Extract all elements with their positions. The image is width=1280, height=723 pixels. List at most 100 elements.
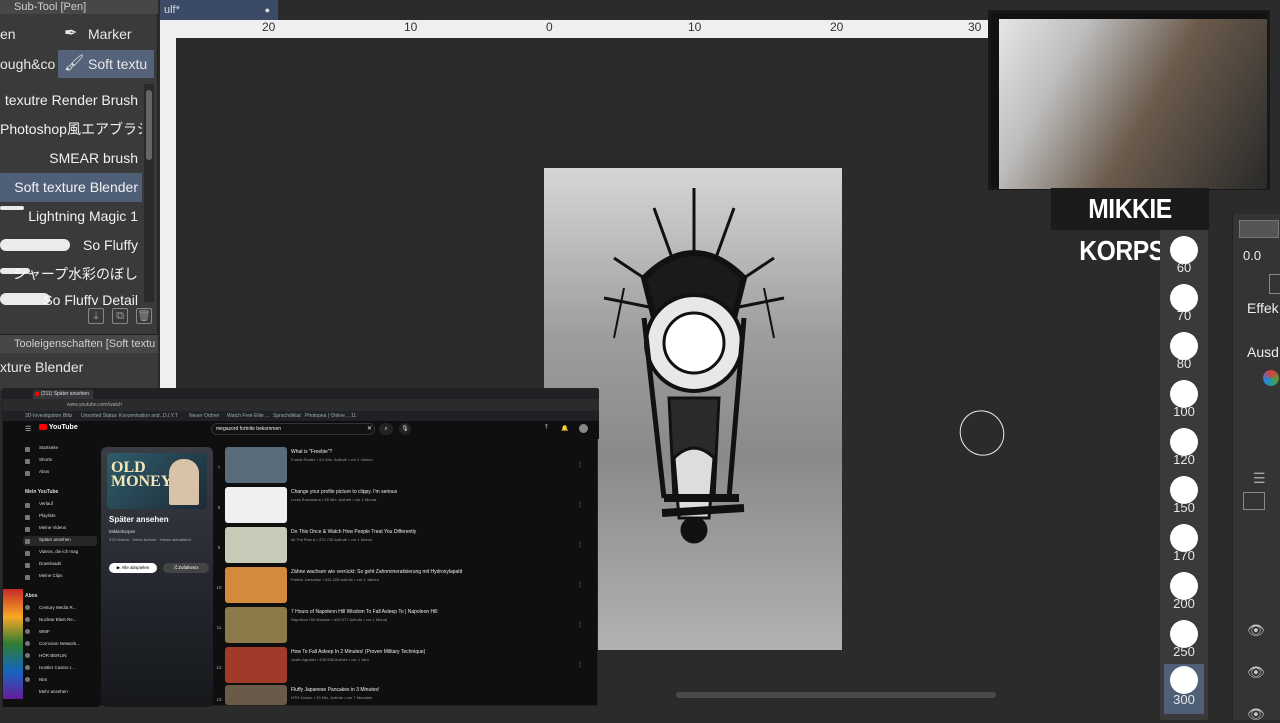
sidebar-channel[interactable]: Nuclear Blast Re...: [39, 617, 77, 622]
sidebar-channel[interactable]: Century Media R...: [39, 605, 77, 610]
brush-item[interactable]: SMEAR brush: [0, 144, 142, 173]
sidebar-channel[interactable]: WMF: [39, 629, 50, 634]
sidebar-section-you[interactable]: Mein YouTube: [25, 489, 58, 495]
video-row[interactable]: 8 Change your profile picture to clippy.…: [215, 487, 595, 527]
sidebar-channel[interactable]: Hostler Casino I...: [39, 665, 75, 670]
brush-item[interactable]: シャープ水彩のぼし: [0, 260, 142, 289]
value-field[interactable]: 0.0: [1243, 248, 1261, 263]
clear-search-icon[interactable]: ✕: [367, 424, 372, 434]
sidebar-show-more[interactable]: Mehr ansehen: [39, 689, 68, 694]
bookmark-item[interactable]: Unsorted Status: [81, 411, 117, 421]
video-title[interactable]: Zähne wachsen wie verrückt: So geht Zahn…: [291, 569, 462, 575]
value-field-bg[interactable]: [1239, 220, 1279, 238]
layer-stack-icon[interactable]: [1269, 274, 1280, 294]
more-options-icon[interactable]: ⋮: [577, 621, 583, 628]
eye-icon[interactable]: 👁: [1247, 622, 1265, 639]
youtube-search-input[interactable]: megazord fortnite bekommen ✕: [211, 423, 375, 435]
browser-tab-active[interactable]: (211) Später ansehen: [33, 390, 93, 399]
sidebar-channel[interactable]: Ntm: [39, 677, 47, 682]
close-tab-icon[interactable]: ●: [265, 0, 270, 20]
brush-item[interactable]: Photoshop風エアブラシ: [0, 115, 142, 144]
canvas-tab[interactable]: ulf* ●: [160, 0, 278, 20]
more-options-icon[interactable]: ⋮: [577, 661, 583, 668]
video-title[interactable]: Change your profile picture to clippy. I…: [291, 489, 397, 495]
playlist-owner[interactable]: Mikkiekorpse: [109, 529, 135, 534]
video-thumbnail[interactable]: [225, 607, 287, 643]
sidebar-item-home[interactable]: Startseite: [39, 445, 58, 450]
brush-item[interactable]: So Fluffy: [0, 231, 142, 260]
microphone-icon[interactable]: 🎙: [399, 423, 411, 435]
video-row[interactable]: 13 Fluffy Japanese Pancakes in 3 Minutes…: [215, 685, 595, 707]
avatar[interactable]: [579, 424, 588, 433]
brush-size-dot[interactable]: [1170, 666, 1198, 694]
video-title[interactable]: 7 Hours of Napoleon Hill Wisdom To Fall …: [291, 609, 437, 615]
more-options-icon[interactable]: ⋮: [577, 581, 583, 588]
subtool-tab-pen[interactable]: en: [0, 20, 56, 48]
scrollbar-thumb[interactable]: [146, 90, 152, 160]
video-row[interactable]: 12 How To Fall Asleep In 2 Minutes! (Pro…: [215, 647, 595, 687]
brush-item[interactable]: Lightning Magic 1: [0, 202, 142, 231]
download-icon[interactable]: ⤓: [88, 308, 104, 324]
brush-item-selected[interactable]: Soft texture Blender: [0, 173, 142, 202]
sidebar-item-liked[interactable]: Videos, die ich mag: [39, 549, 78, 554]
bookmark-item[interactable]: Konzentration and...: [119, 411, 164, 421]
subtool-tab-soft-texture[interactable]: 🖌 Soft textu: [58, 50, 154, 78]
bookmark-item[interactable]: D.I.Y.T: [163, 411, 178, 421]
more-options-icon[interactable]: ⋮: [577, 501, 583, 508]
color-wheel-icon[interactable]: [1263, 370, 1279, 386]
eye-icon[interactable]: 👁: [1247, 664, 1265, 681]
sidebar-item-shorts[interactable]: Shorts: [39, 457, 52, 462]
scrollbar-thumb[interactable]: [676, 692, 996, 698]
video-thumbnail[interactable]: [225, 527, 287, 563]
new-layer-icon[interactable]: [1243, 492, 1265, 510]
youtube-logo[interactable]: YouTube: [39, 424, 78, 431]
sidebar-section-subscriptions[interactable]: Abos: [25, 593, 38, 599]
video-title[interactable]: What is "Freebie"?: [291, 449, 332, 455]
playlist-thumbnail[interactable]: OLD MONEY: [107, 453, 207, 509]
address-bar[interactable]: www.youtube.com/watch: [3, 399, 599, 411]
video-title[interactable]: How To Fall Asleep In 2 Minutes! (Proven…: [291, 649, 425, 655]
play-all-button[interactable]: ▶ Alle abspielen: [109, 563, 157, 573]
bookmark-item[interactable]: 3D-Investigation: [25, 411, 61, 421]
bookmark-item[interactable]: Neuer Ordner: [189, 411, 220, 421]
shuffle-button[interactable]: ⤮ Zufallsmix: [163, 563, 209, 573]
bookmark-item[interactable]: 11: [351, 411, 356, 421]
layers-icon[interactable]: ☰: [1253, 470, 1266, 487]
bell-icon[interactable]: 🔔: [561, 425, 568, 432]
search-icon[interactable]: ⌕: [379, 423, 393, 435]
video-thumbnail[interactable]: [225, 567, 287, 603]
brush-item[interactable]: texutre Render Brush: [0, 86, 142, 115]
sidebar-channel[interactable]: HÖR BERLIN: [39, 653, 67, 658]
video-thumbnail[interactable]: [225, 487, 287, 523]
video-row[interactable]: 7 What is "Freebie"? Forest Rodier • 3,0…: [215, 447, 595, 487]
menu-icon[interactable]: ☰: [25, 425, 31, 433]
video-row[interactable]: 11 7 Hours of Napoleon Hill Wisdom To Fa…: [215, 607, 595, 647]
sidebar-item-my-videos[interactable]: Meine Videos: [39, 525, 66, 530]
more-options-icon[interactable]: ⋮: [577, 541, 583, 548]
brush-list-scrollbar[interactable]: [144, 84, 154, 302]
eye-icon[interactable]: 👁: [1247, 706, 1265, 723]
upload-icon[interactable]: ⤒: [545, 425, 548, 432]
subtool-tab-marker[interactable]: ✒ Marker: [58, 20, 154, 48]
sidebar-channel[interactable]: Corrosion Network...: [39, 641, 80, 646]
sidebar-item-playlists[interactable]: Playlists: [39, 513, 56, 518]
bookmark-item[interactable]: Sprachdiktat: [273, 411, 301, 421]
video-title[interactable]: Do This Once & Watch How People Treat Yo…: [291, 529, 416, 535]
sidebar-item-clips[interactable]: Meine Clips: [39, 573, 63, 578]
bookmark-item[interactable]: Photopea | Online ...: [305, 411, 351, 421]
video-thumbnail[interactable]: [225, 447, 287, 483]
video-title[interactable]: Fluffy Japanese Pancakes in 3 Minutes!: [291, 687, 379, 693]
brush-item[interactable]: So Fluffy Detail: [0, 289, 142, 305]
bookmark-item[interactable]: Watch Free Elite ...: [227, 411, 269, 421]
sidebar-item-downloads[interactable]: Downloads: [39, 561, 61, 566]
bookmark-item[interactable]: Blitz: [63, 411, 72, 421]
video-thumbnail[interactable]: [225, 685, 287, 705]
sidebar-item-history[interactable]: Verlauf: [39, 501, 53, 506]
sidebar-item-watch-later[interactable]: Später ansehen: [39, 537, 71, 542]
video-thumbnail[interactable]: [225, 647, 287, 683]
video-row[interactable]: 9 Do This Once & Watch How People Treat …: [215, 527, 595, 567]
duplicate-icon[interactable]: ⧉: [112, 308, 128, 324]
video-row[interactable]: 10 Zähne wachsen wie verrückt: So geht Z…: [215, 567, 595, 607]
subtool-tab-rough-color[interactable]: ough&co: [0, 50, 56, 78]
more-options-icon[interactable]: ⋮: [577, 461, 583, 468]
